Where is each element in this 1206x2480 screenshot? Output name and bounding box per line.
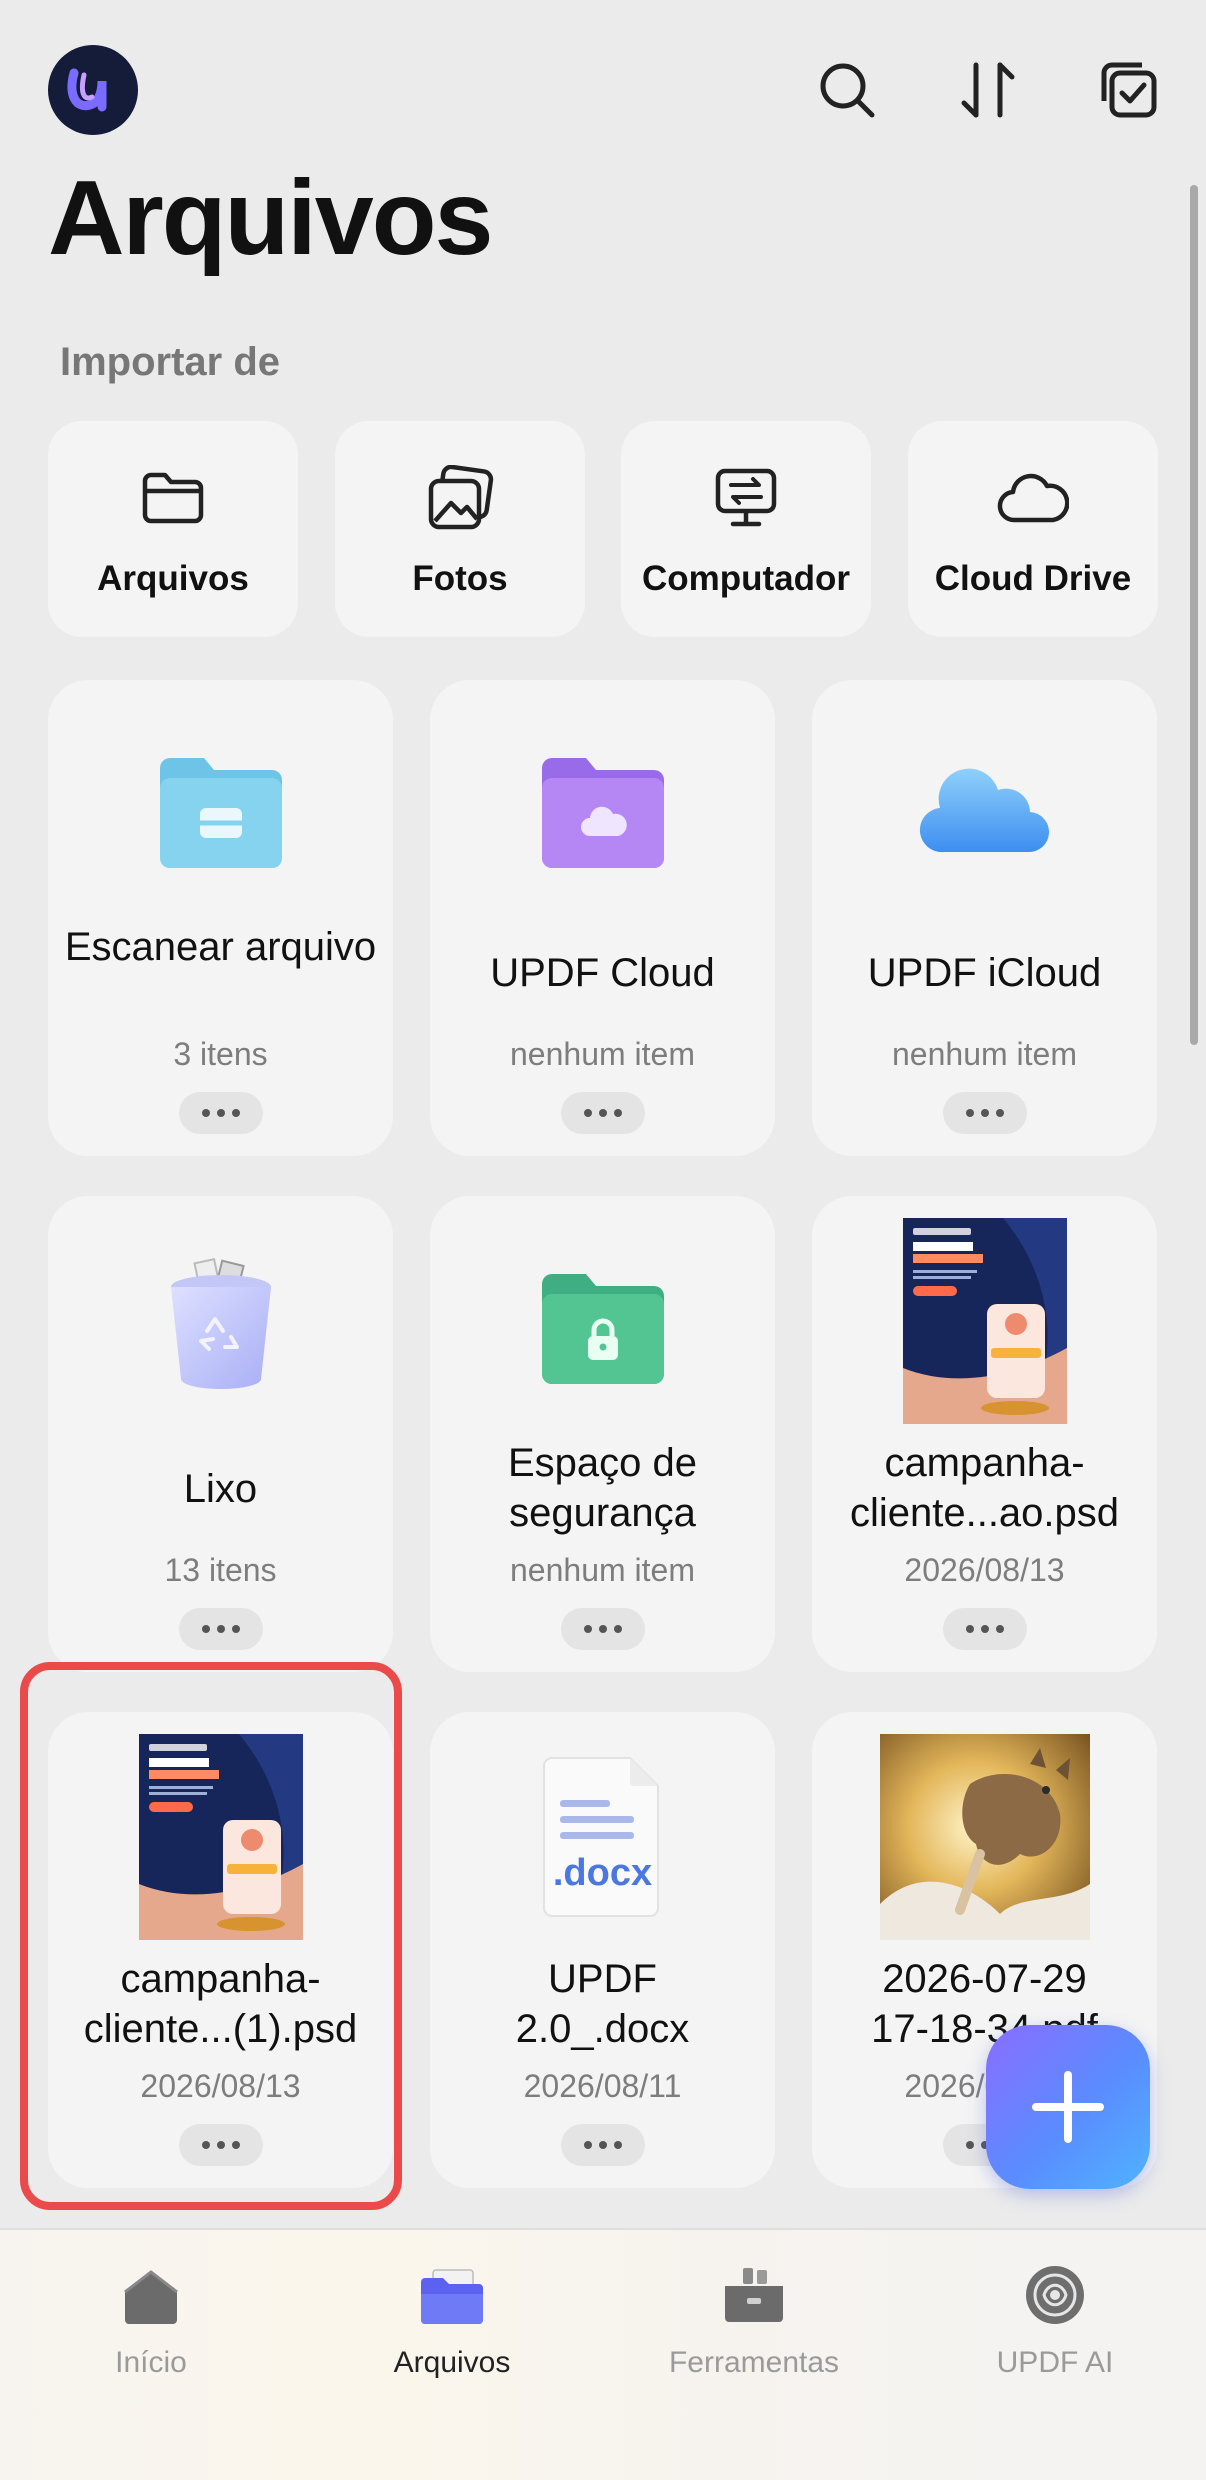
item-name: campanha-cliente...ao.psd <box>849 1441 1120 1535</box>
computer-transfer-icon <box>713 463 779 533</box>
item-meta: 3 itens <box>173 1036 268 1072</box>
item-name: Lixo <box>183 1467 258 1511</box>
item-name: UPDF iCloud <box>867 951 1102 995</box>
import-label: Arquivos <box>97 559 249 598</box>
tools-icon <box>721 2250 787 2326</box>
ai-icon <box>1024 2250 1086 2326</box>
home-icon <box>119 2250 183 2326</box>
tab-home[interactable]: Início <box>31 2250 271 2380</box>
import-section-label: Importar de <box>60 340 281 384</box>
image-thumbnail <box>879 1734 1090 1940</box>
item-name: UPDF 2.0_.docx <box>515 1957 690 2051</box>
secure-folder-icon <box>538 1256 668 1402</box>
search-icon[interactable] <box>812 55 882 125</box>
import-computer-button[interactable]: Computador <box>621 421 871 637</box>
item-meta: nenhum item <box>510 1552 695 1588</box>
item-meta: nenhum item <box>892 1036 1077 1072</box>
page-title: Arquivos <box>48 159 493 277</box>
cloud-icon <box>997 463 1069 533</box>
docx-badge: .docx <box>552 1852 653 1894</box>
trash-icon <box>163 1252 279 1398</box>
import-files-button[interactable]: Arquivos <box>48 421 298 637</box>
item-docx-file[interactable]: .docx UPDF 2.0_.docx 2026/08/11 <box>430 1712 775 2188</box>
tab-label: Arquivos <box>393 2346 511 2379</box>
docx-icon <box>538 1734 668 1940</box>
updf-cloud-folder-icon <box>538 740 668 886</box>
app-logo[interactable] <box>48 45 138 135</box>
selection-highlight <box>20 1662 402 2210</box>
scan-folder-icon <box>156 740 286 886</box>
more-options-button[interactable] <box>560 2124 645 2166</box>
select-icon[interactable] <box>1094 55 1164 125</box>
import-label: Cloud Drive <box>934 559 1132 598</box>
item-secure-space[interactable]: Espaço de segurança nenhum item <box>430 1196 775 1672</box>
photos-icon <box>425 463 495 533</box>
item-trash[interactable]: Lixo 13 itens <box>48 1196 393 1672</box>
tab-files[interactable]: Arquivos <box>332 2250 572 2380</box>
icloud-icon <box>918 740 1052 886</box>
item-meta: 2026/08/13 <box>904 1552 1065 1588</box>
item-meta: nenhum item <box>510 1036 695 1072</box>
psd-thumbnail <box>902 1218 1067 1424</box>
tab-tools[interactable]: Ferramentas <box>634 2250 874 2380</box>
scrollbar[interactable] <box>1190 185 1198 1045</box>
item-scan-file[interactable]: Escanear arquivo 3 itens <box>48 680 393 1156</box>
item-name: Escanear arquivo <box>64 925 377 969</box>
item-meta: 13 itens <box>164 1552 277 1588</box>
item-updf-cloud[interactable]: UPDF Cloud nenhum item <box>430 680 775 1156</box>
more-options-button[interactable] <box>560 1092 645 1134</box>
import-photos-button[interactable]: Fotos <box>335 421 585 637</box>
item-name: Espaço de segurança <box>507 1441 698 1535</box>
more-options-button[interactable] <box>178 1092 263 1134</box>
item-name: UPDF Cloud <box>490 951 715 995</box>
files-icon <box>419 2250 485 2326</box>
tab-label: Ferramentas <box>668 2346 840 2379</box>
add-button[interactable] <box>986 2025 1150 2189</box>
tab-label: UPDF AI <box>996 2346 1114 2379</box>
import-label: Fotos <box>412 559 508 598</box>
item-meta: 2026/08/11 <box>523 2068 682 2104</box>
item-psd-file[interactable]: campanha-cliente...ao.psd 2026/08/13 <box>812 1196 1157 1672</box>
more-options-button[interactable] <box>178 1608 263 1650</box>
sort-icon[interactable] <box>953 55 1023 125</box>
more-options-button[interactable] <box>942 1608 1027 1650</box>
tab-updf-ai[interactable]: UPDF AI <box>935 2250 1175 2380</box>
more-options-button[interactable] <box>560 1608 645 1650</box>
import-cloud-drive-button[interactable]: Cloud Drive <box>908 421 1158 637</box>
tab-label: Início <box>115 2346 187 2379</box>
item-updf-icloud[interactable]: UPDF iCloud nenhum item <box>812 680 1157 1156</box>
folder-icon <box>140 463 206 533</box>
plus-icon <box>1032 2071 1104 2143</box>
more-options-button[interactable] <box>942 1092 1027 1134</box>
import-label: Computador <box>641 559 851 598</box>
